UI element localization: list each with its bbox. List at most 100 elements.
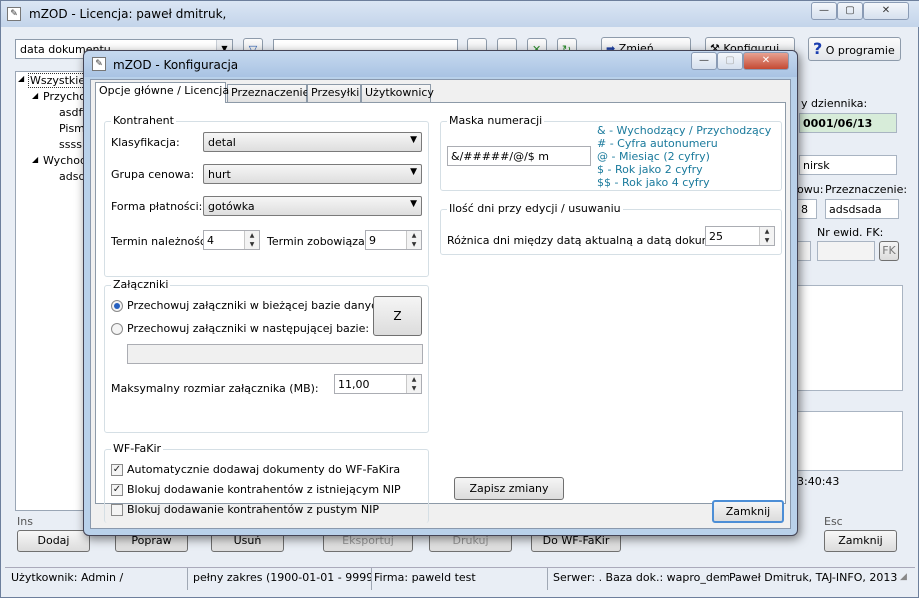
auto-add-label: Automatycznie dodawaj dokumenty do WF-Fa… [127, 463, 401, 476]
numbering-mask-group: Maska numeracji &/#####/@/$ m & - Wychod… [440, 114, 782, 191]
store-current-db-radio[interactable] [111, 300, 123, 312]
z-button[interactable]: Z [373, 296, 422, 336]
tree-item-all[interactable]: Wszystkie [28, 73, 88, 88]
tab-purpose[interactable]: Przeznaczenie [227, 84, 309, 102]
app-icon: ✎ [7, 7, 21, 21]
config-dialog: ✎ mZOD - Konfiguracja — ▢ ✕ Opcje główne… [83, 50, 798, 536]
ins-shortcut: Ins [17, 515, 33, 528]
price-group-select[interactable]: hurt ▼ [203, 164, 422, 184]
tab-main-options[interactable]: Opcje główne / Licencja [95, 82, 229, 103]
status-user: Użytkownik: Admin / [11, 571, 124, 584]
payable-term-label: Termin zobowiązań: [267, 235, 376, 248]
wf-fakir-caption: WF-FaKir [111, 442, 164, 455]
resize-grip-icon[interactable]: ◢ [900, 572, 907, 582]
payment-method-select[interactable]: gotówka ▼ [203, 196, 422, 216]
main-title: mZOD - Licencja: paweł dmitruk, [29, 7, 227, 21]
tab-users[interactable]: Użytkownicy [361, 84, 434, 102]
add-button[interactable]: Dodaj [17, 530, 90, 552]
fk-number-field[interactable] [817, 241, 875, 261]
legend-line: $ - Rok jako 2 cyfry [597, 163, 703, 176]
mask-legend: & - Wychodzący / Przychodzący # - Cyfra … [597, 124, 771, 189]
payable-term-value: 9 [369, 234, 376, 247]
status-separator [547, 568, 548, 590]
attachments-caption: Załączniki [111, 278, 171, 291]
contractor-caption: Kontrahent [111, 114, 176, 127]
about-button[interactable]: ? O programie [808, 37, 901, 61]
classification-label: Klasyfikacja: [111, 136, 180, 149]
max-size-value: 11,00 [338, 378, 370, 391]
contractor-group: Kontrahent Klasyfikacja: detal ▼ Grupa ce… [104, 114, 429, 277]
status-range: pełny zakres (1900-01-01 - 9999-12-31) [193, 571, 371, 584]
chevron-down-icon: ▼ [410, 167, 417, 177]
payment-method-label: Forma płatności: [111, 200, 203, 213]
tab-shipments[interactable]: Przesyłki [307, 84, 361, 102]
classification-value: detal [208, 136, 236, 149]
block-empty-nip-checkbox[interactable] [111, 504, 123, 516]
dialog-close-text-button[interactable]: Zamknij [712, 500, 784, 523]
receivable-term-spinner[interactable]: 4 ▲ ▼ [203, 230, 260, 250]
tree-item-asdff[interactable]: asdff [59, 106, 86, 119]
auto-add-checkbox[interactable]: ✓ [111, 464, 123, 476]
price-group-value: hurt [208, 168, 231, 181]
city-field[interactable]: nirsk [799, 155, 897, 175]
document-tree[interactable]: ◢ Wszystkie ◢ Przychodzące asdff Pismo s… [15, 71, 118, 511]
store-other-db-radio[interactable] [111, 323, 123, 335]
status-bar: Użytkownik: Admin / pełny zakres (1900-0… [5, 567, 915, 590]
legend-line: & - Wychodzący / Przychodzący [597, 124, 772, 137]
collapse-icon[interactable]: ◢ [32, 91, 38, 100]
legend-line: # - Cyfra autonumeru [597, 137, 718, 150]
status-server: Serwer: . Baza dok.: wapro_demo Baza [553, 571, 729, 584]
blank-field [797, 241, 811, 261]
chevron-down-icon: ▼ [410, 135, 417, 145]
maximize-button[interactable]: ▢ [837, 2, 863, 20]
dialog-minimize-button[interactable]: — [691, 52, 717, 70]
collapse-icon[interactable]: ◢ [32, 155, 38, 164]
fk-button[interactable]: FK [879, 241, 899, 261]
max-size-label: Maksymalny rozmiar załącznika (MB): [111, 382, 319, 395]
status-separator [187, 568, 188, 590]
journal-label: y dziennika: [801, 97, 868, 110]
main-titlebar: ✎ mZOD - Licencja: paweł dmitruk, — ▢ ✕ [1, 1, 919, 27]
dialog-maximize-button[interactable]: ▢ [717, 52, 743, 70]
journal-number: 0001/06/13 [799, 113, 897, 133]
block-empty-nip-label: Blokuj dodawanie kontrahentów z pustym N… [127, 503, 379, 516]
owu-field[interactable]: 8 [797, 199, 817, 219]
payable-term-spinner[interactable]: 9 ▲ ▼ [365, 230, 422, 250]
tree-item-ssss[interactable]: ssss [59, 138, 82, 151]
spinner-arrows-icon[interactable]: ▲ ▼ [406, 231, 421, 249]
receivable-term-value: 4 [207, 234, 214, 247]
status-separator [371, 568, 372, 590]
dialog-body: Opcje główne / Licencja Przeznaczenie Pr… [90, 79, 791, 529]
owu-label: owu: [797, 183, 824, 196]
notes-area[interactable] [797, 285, 903, 391]
minimize-button[interactable]: — [811, 2, 837, 20]
about-button-label: O programie [825, 44, 895, 57]
dialog-close-button[interactable]: ✕ [743, 52, 789, 70]
esc-shortcut: Esc [824, 515, 843, 528]
edit-days-caption: Ilość dni przy edycji / usuwaniu [447, 202, 623, 215]
spinner-arrows-icon[interactable]: ▲ ▼ [759, 227, 774, 245]
status-author: Paweł Dmitruk, TAJ-INFO, 2013 [729, 571, 898, 584]
chevron-down-icon: ▼ [410, 199, 417, 209]
close-main-button[interactable]: Zamknij [824, 530, 897, 552]
edit-days-label: Różnica dni między datą aktualną a datą … [447, 234, 738, 247]
spinner-arrows-icon[interactable]: ▲ ▼ [406, 375, 421, 393]
details-panel: y dziennika: 0001/06/13 nirsk owu: Przez… [797, 91, 913, 511]
description-area[interactable] [797, 411, 903, 471]
spinner-arrows-icon[interactable]: ▲ ▼ [244, 231, 259, 249]
classification-select[interactable]: detal ▼ [203, 132, 422, 152]
close-button[interactable]: ✕ [863, 2, 909, 20]
max-size-spinner[interactable]: 11,00 ▲ ▼ [334, 374, 422, 394]
collapse-icon[interactable]: ◢ [18, 74, 24, 83]
purpose-field[interactable]: adsdsada [825, 199, 899, 219]
database-path-field[interactable] [127, 344, 423, 364]
fk-number-label: Nr ewid. FK: [817, 226, 884, 239]
store-current-db-label: Przechowuj załączniki w bieżącej bazie d… [127, 299, 385, 312]
time-display: 3:40:43 [797, 475, 840, 488]
save-changes-button[interactable]: Zapisz zmiany [454, 477, 564, 500]
store-other-db-label: Przechowuj załączniki w następującej baz… [127, 322, 370, 335]
block-existing-nip-checkbox[interactable]: ✓ [111, 484, 123, 496]
edit-days-spinner[interactable]: 25 ▲ ▼ [705, 226, 775, 246]
dialog-title: mZOD - Konfiguracja [113, 58, 239, 72]
numbering-mask-field[interactable]: &/#####/@/$ m [447, 146, 591, 166]
